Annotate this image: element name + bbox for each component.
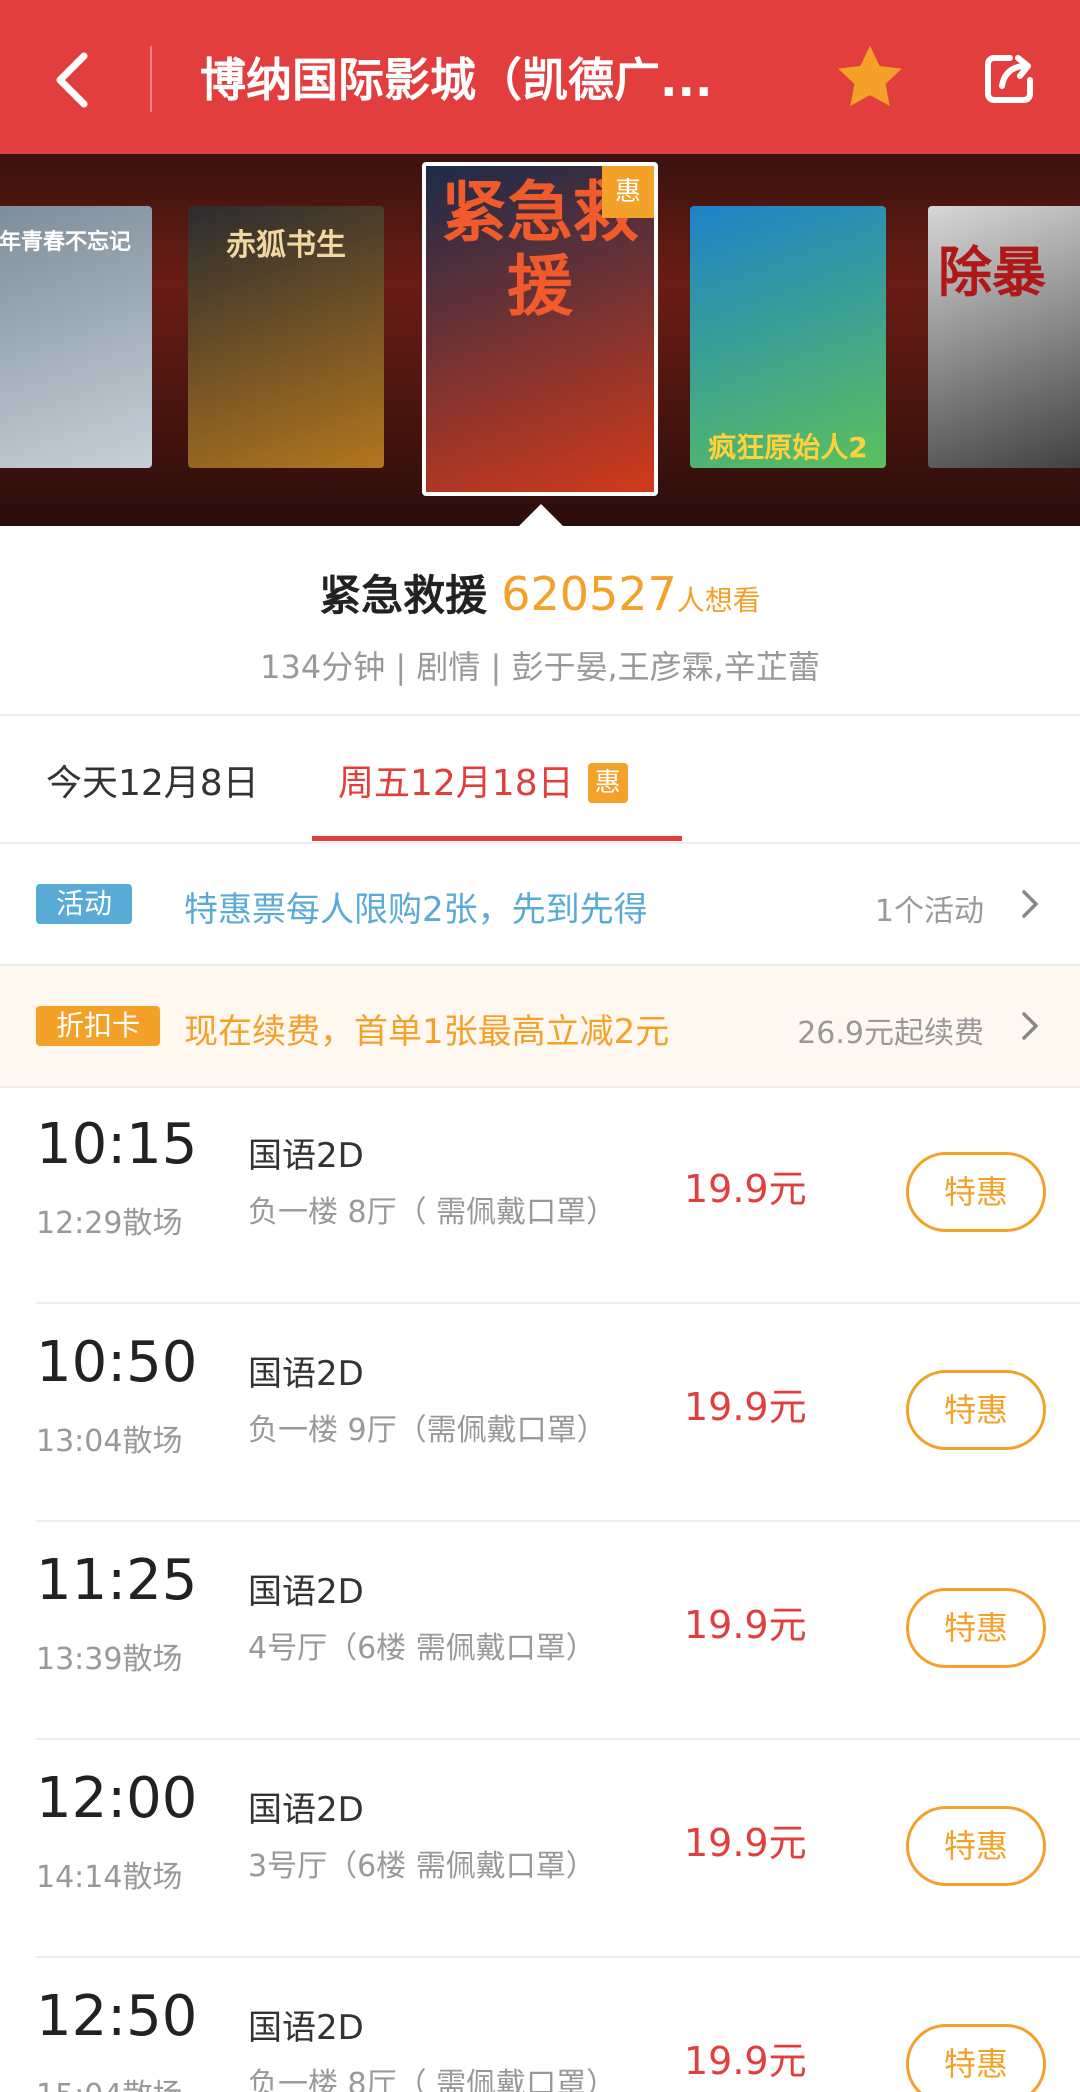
special-offer-button[interactable]: 特惠 xyxy=(906,1588,1046,1668)
tab-today[interactable]: 今天12月8日 xyxy=(46,754,259,806)
date-tabs: 今天12月8日 周五12月18日惠 xyxy=(0,716,1080,844)
header-divider xyxy=(150,46,152,112)
end-time: 14:14散场 xyxy=(36,1860,183,1895)
discount-card-row[interactable]: 折扣卡 现在续费，首单1张最高立减2元 26.9元起续费 xyxy=(0,966,1080,1086)
top-bar: 博纳国际影城（凯德广... xyxy=(0,0,1080,154)
start-time: 12:50 xyxy=(36,1984,198,2049)
discount-card-tag: 折扣卡 xyxy=(36,1006,161,1046)
start-time: 10:50 xyxy=(36,1330,198,1395)
hall-info: 负一楼 9厅（需佩戴口罩） xyxy=(248,1413,607,1448)
hall-info: 4号厅（6楼 需佩戴口罩） xyxy=(248,1631,596,1666)
poster-item-selected[interactable]: 紧急救援 惠 xyxy=(422,162,658,496)
movie-info: 紧急救援 620527人想看 134分钟 | 剧情 | 彭于晏,王彦霖,辛芷蕾 xyxy=(0,526,1080,716)
start-time: 12:00 xyxy=(36,1766,198,1831)
showtime-row[interactable]: 12:50 15:04散场 国语2D 负一楼 8厅（ 需佩戴口罩） 19.9元 … xyxy=(36,1960,1080,2092)
tab-friday[interactable]: 周五12月18日惠 xyxy=(338,754,628,806)
hall-info: 负一楼 8厅（ 需佩戴口罩） xyxy=(248,1195,617,1230)
share-icon[interactable] xyxy=(980,48,1040,108)
cinema-page: 博纳国际影城（凯德广... 那年青春不忘记 赤狐书生 紧急救援 惠 疯狂原始人2 xyxy=(0,0,1080,2092)
special-offer-button[interactable]: 特惠 xyxy=(906,1152,1046,1232)
discount-badge: 惠 xyxy=(602,166,654,218)
activity-text: 特惠票每人限购2张，先到先得 xyxy=(184,890,648,930)
chevron-right-icon xyxy=(1020,1010,1040,1042)
movie-title-line: 紧急救援 620527人想看 xyxy=(0,562,1080,623)
ticket-price: 19.9元 xyxy=(684,1821,807,1865)
special-offer-button[interactable]: 特惠 xyxy=(906,2024,1046,2092)
cinema-title: 博纳国际影城（凯德广... xyxy=(200,53,713,107)
ticket-price: 19.9元 xyxy=(684,1603,807,1647)
language-format: 国语2D xyxy=(248,2008,364,2048)
hall-info: 3号厅（6楼 需佩戴口罩） xyxy=(248,1849,596,1884)
star-icon[interactable] xyxy=(832,40,908,116)
activity-tag: 活动 xyxy=(36,884,133,924)
poster-item[interactable]: 赤狐书生 xyxy=(188,206,384,468)
ticket-price: 19.9元 xyxy=(684,2039,807,2083)
movie-name: 紧急救援 xyxy=(319,571,488,620)
start-time: 10:15 xyxy=(36,1112,198,1177)
want-count: 620527 xyxy=(501,567,677,621)
renew-price: 26.9元起续费 xyxy=(797,1016,984,1051)
showtime-row[interactable]: 11:25 13:39散场 国语2D 4号厅（6楼 需佩戴口罩） 19.9元 特… xyxy=(36,1524,1080,1740)
chevron-right-icon xyxy=(1020,888,1040,920)
special-offer-button[interactable]: 特惠 xyxy=(906,1370,1046,1450)
movie-details: 134分钟 | 剧情 | 彭于晏,王彦霖,辛芷蕾 xyxy=(260,648,820,686)
poster-item[interactable]: 除暴 xyxy=(928,206,1080,468)
ticket-price: 19.9元 xyxy=(684,1167,807,1211)
end-time: 15:04散场 xyxy=(36,2070,182,2092)
showtime-row[interactable]: 12:00 14:14散场 国语2D 3号厅（6楼 需佩戴口罩） 19.9元 特… xyxy=(36,1742,1080,1958)
poster-item[interactable]: 疯狂原始人2 xyxy=(690,206,886,468)
special-offer-button[interactable]: 特惠 xyxy=(906,1806,1046,1886)
showtime-row[interactable]: 10:15 12:29散场 国语2D 负一楼 8厅（ 需佩戴口罩） 19.9元 … xyxy=(36,1088,1080,1304)
ticket-price: 19.9元 xyxy=(684,1385,807,1429)
activity-row[interactable]: 活动 特惠票每人限购2张，先到先得 1个活动 xyxy=(0,844,1080,964)
language-format: 国语2D xyxy=(248,1572,364,1612)
active-tab-underline xyxy=(312,836,682,841)
tab-label: 周五12月18日 xyxy=(338,763,574,804)
start-time: 11:25 xyxy=(36,1548,198,1613)
discount-card-text: 现在续费，首单1张最高立减2元 xyxy=(184,1012,670,1052)
want-label: 人想看 xyxy=(676,584,761,617)
end-time: 13:04散场 xyxy=(36,1424,183,1459)
back-arrow-icon[interactable] xyxy=(40,40,110,120)
selected-indicator xyxy=(519,504,563,526)
discount-badge: 惠 xyxy=(587,763,628,803)
poster-item[interactable]: 那年青春不忘记 xyxy=(0,206,152,468)
language-format: 国语2D xyxy=(248,1136,364,1176)
poster-carousel[interactable]: 那年青春不忘记 赤狐书生 紧急救援 惠 疯狂原始人2 除暴 xyxy=(0,154,1080,526)
language-format: 国语2D xyxy=(248,1790,364,1830)
activity-count: 1个活动 xyxy=(874,894,984,929)
end-time: 12:29散场 xyxy=(36,1206,183,1241)
hall-info: 负一楼 8厅（ 需佩戴口罩） xyxy=(248,2067,617,2092)
language-format: 国语2D xyxy=(248,1354,364,1394)
tab-label: 今天12月8日 xyxy=(46,763,259,804)
end-time: 13:39散场 xyxy=(36,1642,183,1677)
showtime-row[interactable]: 10:50 13:04散场 国语2D 负一楼 9厅（需佩戴口罩） 19.9元 特… xyxy=(36,1306,1080,1522)
